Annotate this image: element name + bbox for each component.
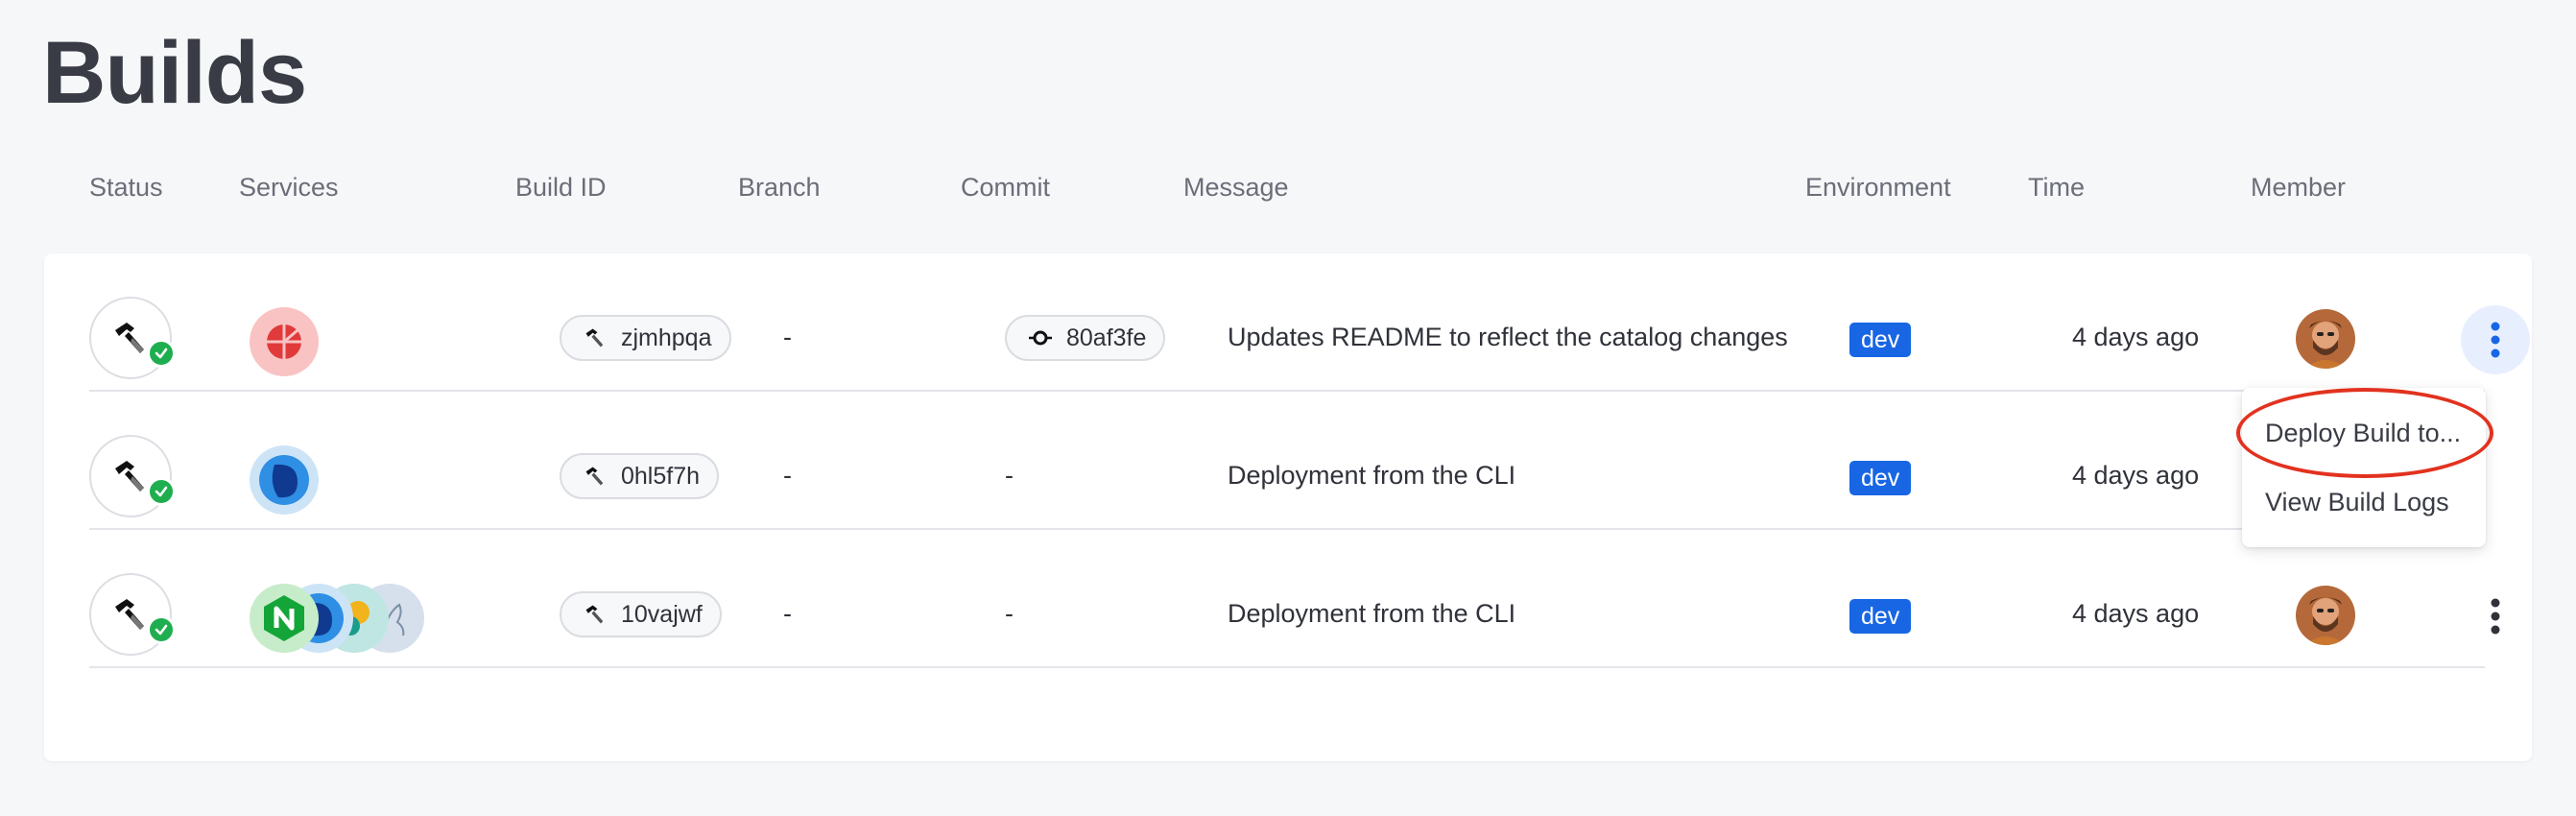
builds-table: zjmhpqa - 80af3fe Updates README to refl…	[44, 253, 2532, 761]
build-id-chip[interactable]: 0hl5f7h	[560, 453, 720, 499]
redis-icon	[250, 307, 319, 376]
col-services[interactable]: Services	[239, 173, 339, 203]
row-actions-menu: Deploy Build to... View Build Logs	[2242, 388, 2486, 547]
commit-text: 80af3fe	[1066, 324, 1147, 351]
build-id-text: 0hl5f7h	[621, 462, 701, 490]
table-row[interactable]: 10vajwf - - Deployment from the CLI dev …	[89, 530, 2500, 668]
hammer-icon	[115, 323, 144, 353]
col-build-id[interactable]: Build ID	[515, 173, 607, 203]
environment-badge[interactable]: dev	[1849, 461, 1912, 495]
col-environment[interactable]: Environment	[1805, 173, 1951, 203]
branch-value: -	[783, 599, 792, 628]
success-check-icon	[147, 615, 176, 644]
environment-badge[interactable]: dev	[1849, 323, 1912, 357]
row-actions-button[interactable]	[2461, 582, 2530, 651]
table-row[interactable]: 0hl5f7h - - Deployment from the CLI dev …	[89, 392, 2485, 530]
build-status	[89, 297, 176, 379]
build-status	[89, 435, 176, 517]
view-build-logs-menu-item[interactable]: View Build Logs	[2265, 488, 2449, 517]
col-commit[interactable]: Commit	[961, 173, 1050, 203]
build-id-chip[interactable]: zjmhpqa	[560, 315, 731, 361]
commit-chip[interactable]: 80af3fe	[1005, 315, 1166, 361]
build-id-text: zjmhpqa	[621, 324, 712, 351]
col-time[interactable]: Time	[2028, 173, 2085, 203]
deploy-build-menu-item[interactable]: Deploy Build to...	[2265, 419, 2461, 448]
hammer-icon	[115, 461, 144, 492]
hammer-icon	[115, 599, 144, 630]
member-avatar[interactable]	[2296, 309, 2355, 369]
success-check-icon	[147, 339, 176, 368]
col-member[interactable]: Member	[2251, 173, 2346, 203]
environment-badge[interactable]: dev	[1849, 599, 1912, 634]
col-message[interactable]: Message	[1183, 173, 1289, 203]
branch-value: -	[783, 461, 792, 490]
build-id-text: 10vajwf	[621, 600, 703, 628]
build-message: Deployment from the CLI	[1228, 599, 1516, 628]
commit-value: -	[1005, 599, 1014, 628]
more-vertical-icon	[2491, 322, 2500, 358]
success-check-icon	[147, 477, 176, 506]
row-actions-button[interactable]	[2461, 305, 2530, 374]
build-id-chip[interactable]: 10vajwf	[560, 591, 722, 637]
page-title: Builds	[42, 24, 307, 122]
build-time: 4 days ago	[2072, 599, 2200, 628]
build-time: 4 days ago	[2072, 461, 2200, 490]
table-header: Status Services Build ID Branch Commit M…	[0, 173, 2576, 211]
build-status	[89, 573, 176, 656]
hammer-icon	[585, 605, 604, 624]
build-message: Updates README to reflect the catalog ch…	[1228, 323, 1788, 351]
build-time: 4 days ago	[2072, 323, 2200, 351]
table-row[interactable]: zjmhpqa - 80af3fe Updates README to refl…	[89, 253, 2530, 392]
hammer-icon	[585, 467, 604, 486]
more-vertical-icon	[2491, 598, 2500, 635]
nginx-icon	[250, 584, 319, 653]
service-icon	[250, 445, 319, 515]
hammer-icon	[585, 328, 604, 348]
commit-icon	[1029, 330, 1052, 346]
branch-value: -	[783, 323, 792, 351]
build-message: Deployment from the CLI	[1228, 461, 1516, 490]
member-avatar[interactable]	[2296, 586, 2355, 645]
commit-value: -	[1005, 461, 1014, 490]
col-status[interactable]: Status	[89, 173, 163, 203]
col-branch[interactable]: Branch	[738, 173, 821, 203]
